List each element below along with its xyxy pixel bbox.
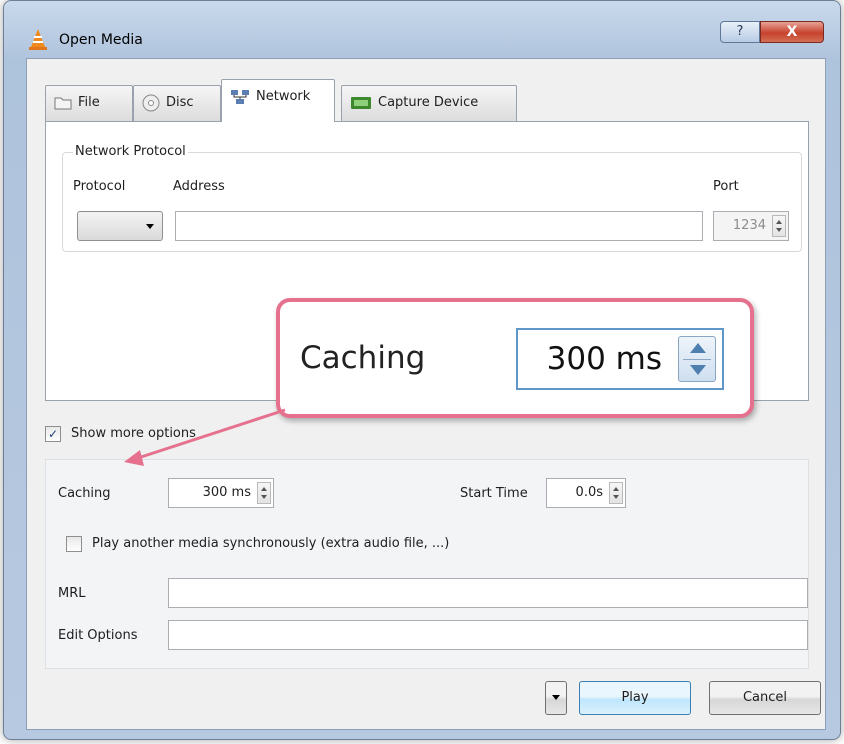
start-time-stepper[interactable] <box>609 482 623 504</box>
tab-disc-label: Disc <box>166 95 194 110</box>
arrow-up-icon <box>261 487 267 491</box>
port-value: 1234 <box>732 218 766 233</box>
advanced-options-panel: Caching 300 ms Start Time 0.0s Play anot… <box>45 459 809 669</box>
protocol-label: Protocol <box>73 179 126 194</box>
network-icon <box>231 89 249 104</box>
arrow-down-icon <box>613 495 619 499</box>
window-title: Open Media <box>59 32 143 48</box>
protocol-dropdown[interactable] <box>77 211 163 241</box>
arrow-up-icon <box>776 220 782 224</box>
mrl-input[interactable] <box>168 578 808 608</box>
cancel-button[interactable]: Cancel <box>709 681 821 715</box>
tab-file[interactable]: File <box>45 85 133 121</box>
edit-options-label: Edit Options <box>58 628 138 643</box>
vlc-cone-icon <box>29 29 47 50</box>
start-time-spinbox[interactable]: 0.0s <box>546 478 626 508</box>
edit-options-input[interactable] <box>168 620 808 650</box>
start-time-value: 0.0s <box>575 485 603 500</box>
chevron-down-icon <box>146 224 154 229</box>
chevron-down-icon <box>552 695 560 700</box>
tab-network[interactable]: Network <box>221 79 335 122</box>
address-input[interactable] <box>175 211 703 241</box>
caching-value: 300 ms <box>202 485 251 500</box>
sync-media-label: Play another media synchronously (extra … <box>92 536 450 551</box>
callout-caching-spinbox: 300 ms <box>516 328 724 390</box>
tab-file-label: File <box>78 95 100 110</box>
port-stepper[interactable] <box>772 215 786 237</box>
caching-zoom-callout: Caching 300 ms <box>276 298 754 418</box>
group-title: Network Protocol <box>73 144 188 159</box>
arrow-up-icon <box>613 487 619 491</box>
title-bar[interactable]: Open Media ? X <box>4 1 840 53</box>
start-time-label: Start Time <box>460 486 528 501</box>
callout-stepper <box>678 336 716 382</box>
mrl-label: MRL <box>58 586 86 601</box>
play-button[interactable]: Play <box>579 681 691 715</box>
arrow-up-icon <box>690 343 706 353</box>
address-label: Address <box>173 179 225 194</box>
tab-disc[interactable]: Disc <box>133 85 221 121</box>
show-more-options-checkbox[interactable]: ✓ <box>45 426 61 442</box>
callout-caching-label: Caching <box>300 340 426 376</box>
sync-media-checkbox[interactable] <box>66 536 82 552</box>
arrow-down-icon <box>690 365 706 375</box>
capture-device-icon <box>351 96 371 109</box>
caching-stepper[interactable] <box>257 482 271 504</box>
arrow-down-icon <box>261 495 267 499</box>
disc-icon <box>142 94 160 111</box>
stepper-divider <box>683 359 711 360</box>
network-protocol-group: Network Protocol Protocol Address Port 1… <box>62 144 802 252</box>
caching-label: Caching <box>58 486 111 501</box>
port-spinbox[interactable]: 1234 <box>713 211 789 241</box>
port-label: Port <box>713 179 739 194</box>
caching-spinbox[interactable]: 300 ms <box>168 478 274 508</box>
folder-icon <box>54 97 72 109</box>
callout-caching-value: 300 ms <box>546 341 662 377</box>
tab-capture-device-label: Capture Device <box>378 95 479 110</box>
arrow-down-icon <box>776 228 782 232</box>
help-button[interactable]: ? <box>720 21 760 43</box>
tab-capture-device[interactable]: Capture Device <box>341 85 517 121</box>
play-options-dropdown-button[interactable] <box>545 681 567 715</box>
close-button[interactable]: X <box>760 21 824 43</box>
tab-network-label: Network <box>256 89 311 104</box>
show-more-options-label: Show more options <box>71 426 196 441</box>
